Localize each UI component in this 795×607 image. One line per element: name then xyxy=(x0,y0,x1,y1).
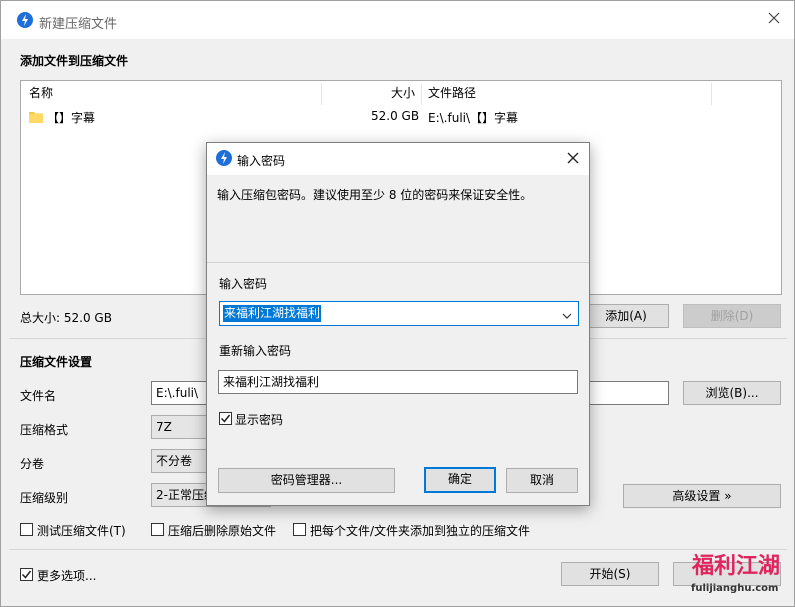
level-label: 压缩级别 xyxy=(20,491,69,505)
password-label: 输入密码 xyxy=(219,277,268,291)
more-options-checkbox[interactable] xyxy=(20,568,33,581)
more-options-label: 更多选项... xyxy=(37,569,97,583)
delete-button[interactable]: 删除(D) xyxy=(683,304,781,328)
folder-icon xyxy=(29,110,43,126)
chevron-down-icon[interactable] xyxy=(562,309,572,323)
app-lightning-icon xyxy=(17,12,33,28)
password-manager-button[interactable]: 密码管理器... xyxy=(218,468,395,493)
advanced-settings-button[interactable]: 高级设置 » xyxy=(623,484,781,508)
add-files-label: 添加文件到压缩文件 xyxy=(20,54,129,68)
divider xyxy=(207,262,589,263)
col-header-name[interactable]: 名称 xyxy=(29,81,53,106)
file-path: E:\.fuli\【】字幕 xyxy=(428,111,519,125)
watermark-site: fulijianghu.com xyxy=(691,583,779,594)
test-archive-label: 测试压缩文件(T) xyxy=(37,524,126,538)
format-label: 压缩格式 xyxy=(20,423,69,437)
col-separator xyxy=(321,83,322,105)
watermark: 福利江湖 fulijianghu.com xyxy=(690,548,790,604)
split-label: 分卷 xyxy=(20,457,45,471)
password-dialog: 输入密码 输入压缩包密码。建议使用至少 8 位的密码来保证安全性。 输入密码 来… xyxy=(206,142,590,506)
dialog-title: 输入密码 xyxy=(237,154,286,168)
ok-button[interactable]: 确定 xyxy=(424,467,496,493)
browse-button[interactable]: 浏览(B)... xyxy=(683,381,781,405)
col-separator xyxy=(421,83,422,105)
separate-archives-checkbox[interactable] xyxy=(293,523,306,536)
window-close-icon[interactable] xyxy=(766,10,782,26)
filename-label: 文件名 xyxy=(20,389,57,403)
separate-archives-label: 把每个文件/文件夹添加到独立的压缩文件 xyxy=(310,524,531,538)
show-password-label: 显示密码 xyxy=(235,413,284,427)
col-header-path[interactable]: 文件路径 xyxy=(428,81,476,106)
dialog-close-icon[interactable] xyxy=(565,150,581,166)
window-title: 新建压缩文件 xyxy=(39,17,118,32)
file-name: 【】字幕 xyxy=(47,111,96,125)
window-titlebar: 新建压缩文件 xyxy=(1,1,794,39)
confirm-password-label: 重新输入密码 xyxy=(219,344,292,358)
cancel-button[interactable]: 取消 xyxy=(506,468,578,493)
dialog-description: 输入压缩包密码。建议使用至少 8 位的密码来保证安全性。 xyxy=(217,188,533,202)
confirm-password-input[interactable]: 来福利江湖找福利 xyxy=(218,370,578,394)
delete-source-label: 压缩后删除原始文件 xyxy=(168,524,277,538)
delete-source-checkbox[interactable] xyxy=(151,523,164,536)
file-size: 52.0 GB xyxy=(371,109,420,123)
show-password-checkbox[interactable] xyxy=(219,412,232,425)
total-size: 总大小: 52.0 GB xyxy=(20,311,112,325)
col-separator xyxy=(711,83,712,105)
start-button[interactable]: 开始(S) xyxy=(561,562,659,586)
dialog-titlebar: 输入密码 xyxy=(207,143,589,175)
watermark-brand: 福利江湖 xyxy=(692,554,781,579)
test-archive-checkbox[interactable] xyxy=(20,523,33,536)
col-header-size[interactable]: 大小 xyxy=(391,81,415,106)
app-lightning-icon xyxy=(216,150,232,166)
add-button[interactable]: 添加(A) xyxy=(583,304,669,328)
divider xyxy=(9,549,787,550)
password-text: 来福利江湖找福利 xyxy=(223,305,322,322)
table-row[interactable]: 【】字幕 52.0 GB E:\.fuli\【】字幕 xyxy=(21,106,781,128)
password-input[interactable]: 来福利江湖找福利 xyxy=(219,301,579,326)
settings-label: 压缩文件设置 xyxy=(20,355,93,369)
